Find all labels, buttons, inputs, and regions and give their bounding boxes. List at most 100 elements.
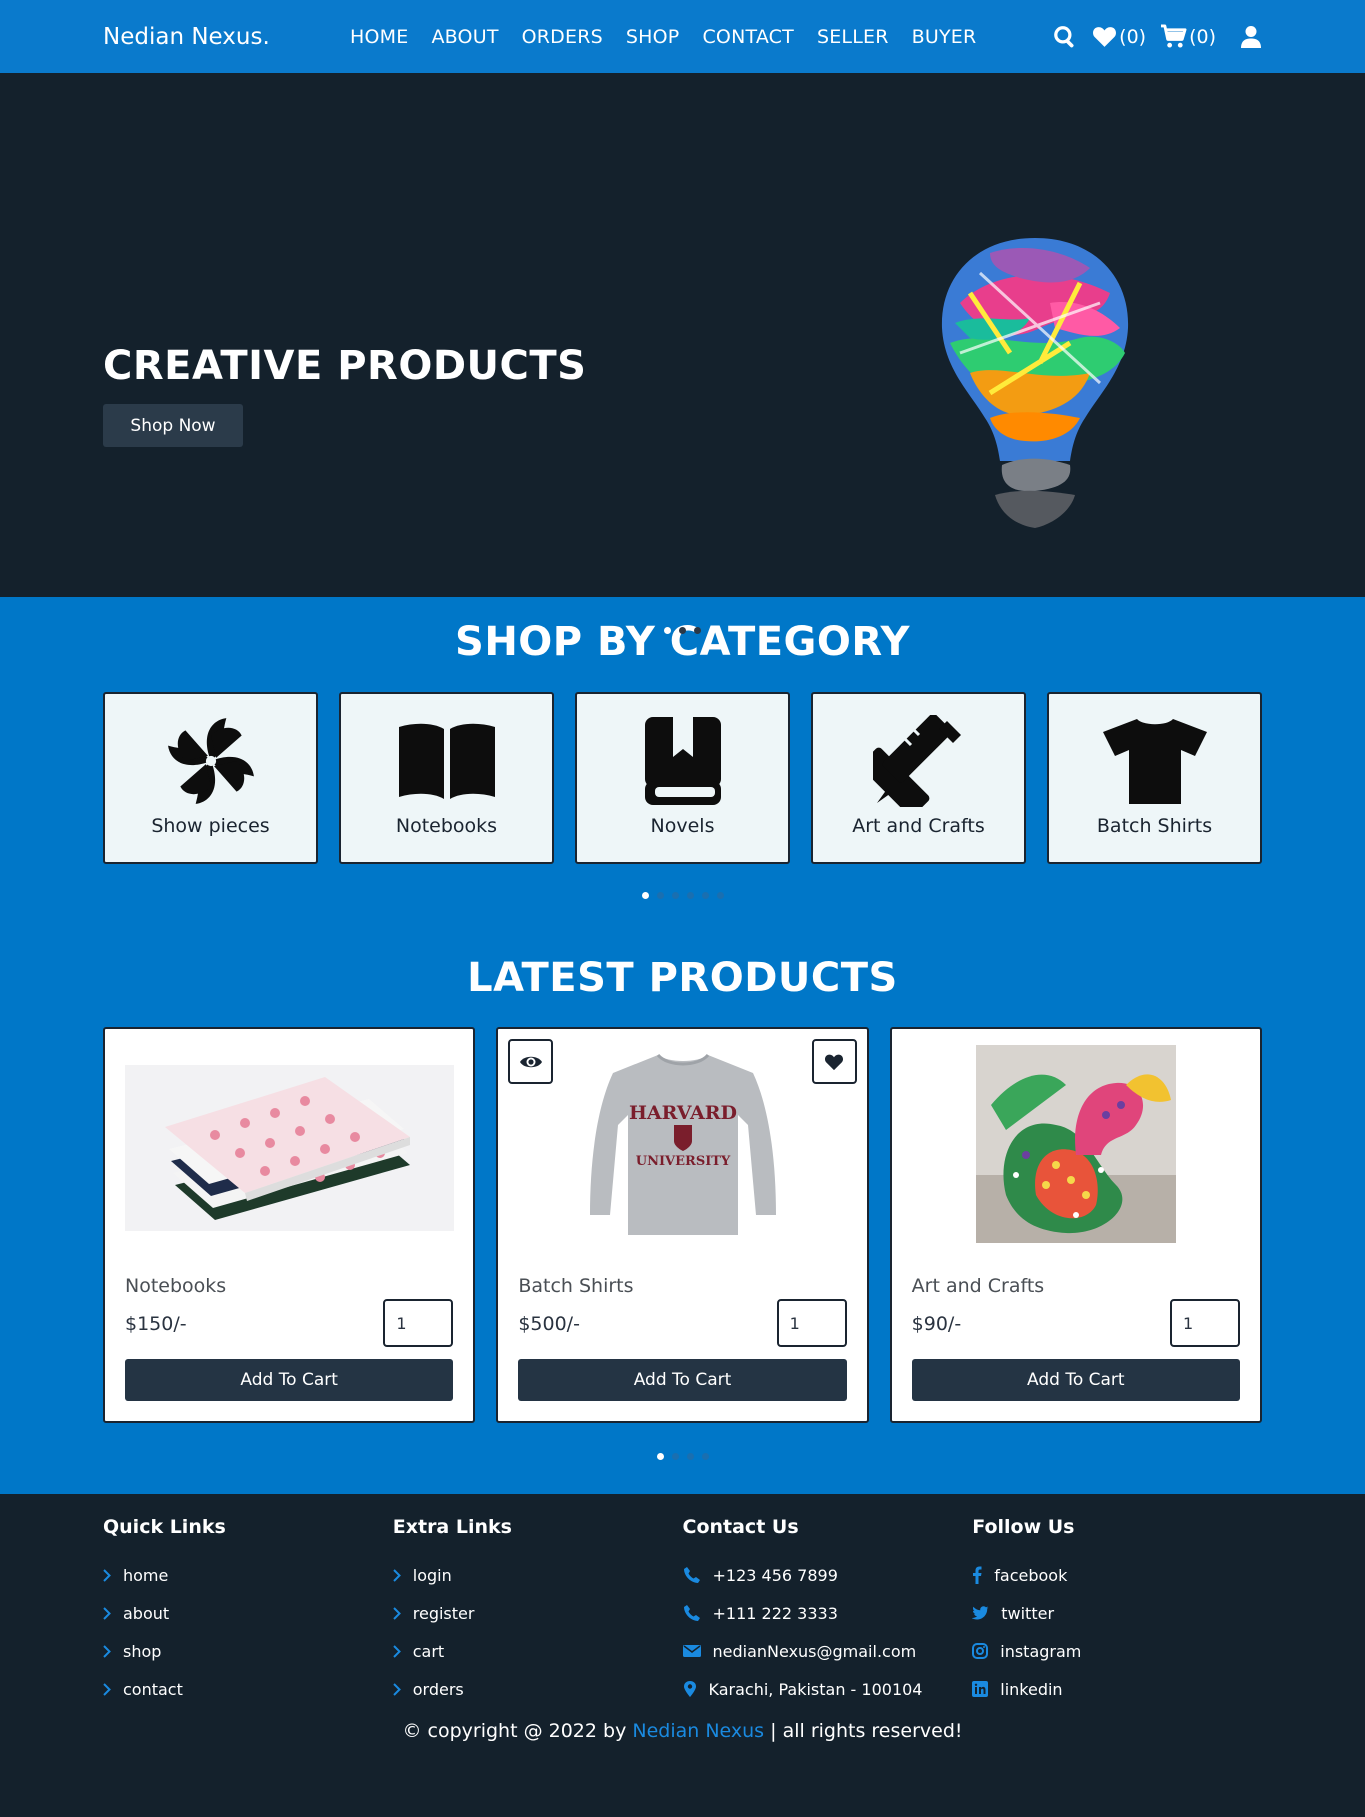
footer-link-about[interactable]: about — [103, 1594, 393, 1632]
contact-email[interactable]: nedianNexus@gmail.com — [682, 1632, 973, 1670]
category-section: SHOP BY CATEGORY Show pieces Notebooks N… — [0, 597, 1365, 899]
extra-links-column: Extra Links login register cart orders — [393, 1516, 683, 1708]
nav-about[interactable]: ABOUT — [431, 26, 498, 48]
harvard-shirt-image: HARVARD UNIVERSITY — [589, 1053, 776, 1235]
phone-icon — [683, 1567, 700, 1583]
hero-dot-3[interactable] — [694, 627, 701, 634]
category-card-batch-shirts[interactable]: Batch Shirts — [1047, 692, 1262, 864]
cart-icon — [1161, 24, 1187, 48]
footer-link-shop[interactable]: shop — [103, 1632, 393, 1670]
footer-link-login[interactable]: login — [393, 1556, 683, 1594]
category-card-show-pieces[interactable]: Show pieces — [103, 692, 318, 864]
category-card-art-and-crafts[interactable]: Art and Crafts — [811, 692, 1026, 864]
category-dot-6[interactable] — [716, 892, 724, 899]
follow-title: Follow Us — [972, 1516, 1075, 1538]
category-dot-1[interactable] — [641, 892, 649, 899]
latest-products-section: LATEST PRODUCTS Notebooks $150/- 1 Add T… — [0, 955, 1365, 1460]
hero-pagination — [0, 627, 1365, 634]
contact-text: nedianNexus@gmail.com — [712, 1641, 917, 1661]
product-image[interactable]: HARVARD UNIVERSITY — [518, 1045, 847, 1243]
shirt-text-university: UNIVERSITY — [636, 1154, 731, 1169]
nav-home[interactable]: HOME — [350, 26, 408, 48]
category-label: Novels — [650, 815, 715, 837]
user-icon[interactable] — [1240, 25, 1262, 49]
copyright-suffix: | all rights reserved! — [764, 1720, 963, 1742]
add-to-cart-button[interactable]: Add To Cart — [911, 1359, 1240, 1401]
site-logo[interactable]: Nedian Nexus. — [103, 24, 350, 50]
category-label: Show pieces — [151, 815, 270, 837]
category-carousel: Show pieces Notebooks Novels Art and Cra… — [0, 692, 1365, 864]
wishlist-button[interactable]: (0) — [1092, 25, 1146, 48]
footer-link-orders[interactable]: orders — [393, 1670, 683, 1708]
chevron-right-icon — [393, 1606, 401, 1620]
copyright-brand-link[interactable]: Nedian Nexus — [632, 1720, 764, 1742]
pencil-ruler-icon — [872, 714, 961, 807]
cart-count: (0) — [1189, 25, 1216, 48]
category-card-novels[interactable]: Novels — [575, 692, 790, 864]
twitter-icon — [972, 1606, 989, 1620]
envelope-icon — [682, 1645, 701, 1657]
contact-phone-1[interactable]: +123 456 7899 — [683, 1556, 973, 1594]
social-instagram[interactable]: instagram — [972, 1632, 1262, 1670]
products-dot-1[interactable] — [656, 1453, 664, 1460]
category-dot-2[interactable] — [656, 892, 664, 899]
add-to-cart-button[interactable]: Add To Cart — [125, 1359, 454, 1401]
footer-link-label: login — [412, 1565, 452, 1585]
hero-dot-1[interactable] — [664, 627, 671, 634]
product-card-art-and-crafts: Art and Crafts $90/- Add To Cart — [889, 1027, 1262, 1423]
social-label: linkedin — [1000, 1679, 1063, 1699]
social-linkedin[interactable]: linkedin — [972, 1670, 1262, 1708]
category-label: Notebooks — [395, 815, 498, 837]
products-dot-3[interactable] — [686, 1453, 694, 1460]
hero-dot-2[interactable] — [679, 627, 686, 634]
product-image[interactable] — [912, 1045, 1241, 1243]
header-icons: (0) (0) — [1052, 0, 1262, 73]
instagram-icon — [972, 1643, 989, 1659]
chevron-right-icon — [393, 1644, 401, 1658]
nav-contact[interactable]: CONTACT — [702, 26, 794, 48]
book-icon — [644, 716, 721, 805]
product-card-notebooks: Notebooks $150/- Add To Cart — [103, 1027, 476, 1423]
contact-text: Karachi, Pakistan - 100104 — [708, 1679, 923, 1699]
search-icon[interactable] — [1052, 24, 1078, 50]
category-dot-3[interactable] — [671, 892, 679, 899]
footer-link-cart[interactable]: cart — [393, 1632, 683, 1670]
product-image[interactable] — [125, 1065, 454, 1231]
category-dot-5[interactable] — [701, 892, 709, 899]
category-dot-4[interactable] — [686, 892, 694, 899]
product-name: Art and Crafts — [911, 1275, 1045, 1297]
quantity-input[interactable] — [1169, 1299, 1240, 1347]
wishlist-count: (0) — [1119, 25, 1147, 48]
footer-link-home[interactable]: home — [103, 1556, 393, 1594]
category-label: Batch Shirts — [1096, 815, 1213, 837]
cart-button[interactable]: (0) — [1160, 24, 1216, 49]
footer-link-contact[interactable]: contact — [103, 1670, 393, 1708]
facebook-icon — [973, 1566, 982, 1584]
footer-link-label: register — [412, 1603, 475, 1623]
shirt-text-harvard: HARVARD — [629, 1102, 737, 1124]
chevron-right-icon — [393, 1568, 401, 1582]
social-facebook[interactable]: facebook — [972, 1556, 1262, 1594]
contact-phone-2[interactable]: +111 222 3333 — [683, 1594, 973, 1632]
latest-products-title: LATEST PRODUCTS — [467, 955, 898, 1001]
shop-now-button[interactable]: Shop Now — [103, 404, 243, 447]
heart-icon — [1093, 27, 1117, 47]
nav-seller[interactable]: SELLER — [817, 26, 889, 48]
add-to-cart-button[interactable]: Add To Cart — [518, 1359, 847, 1401]
products-dot-2[interactable] — [671, 1453, 679, 1460]
social-twitter[interactable]: twitter — [972, 1594, 1262, 1632]
footer-link-label: cart — [412, 1641, 445, 1661]
map-pin-icon — [683, 1681, 696, 1697]
nav-orders[interactable]: ORDERS — [522, 26, 603, 48]
product-name: Notebooks — [125, 1275, 227, 1297]
product-card-batch-shirts: HARVARD UNIVERSITY Batch Shirts $500/- A… — [496, 1027, 869, 1423]
category-card-notebooks[interactable]: Notebooks — [339, 692, 554, 864]
nav-buyer[interactable]: BUYER — [912, 26, 977, 48]
products-dot-4[interactable] — [701, 1453, 709, 1460]
nav-shop[interactable]: SHOP — [626, 26, 680, 48]
quantity-input[interactable] — [776, 1299, 847, 1347]
footer-link-register[interactable]: register — [393, 1594, 683, 1632]
contact-text: +123 456 7899 — [712, 1565, 838, 1585]
contact-address[interactable]: Karachi, Pakistan - 100104 — [683, 1670, 973, 1708]
quantity-input[interactable] — [383, 1299, 454, 1347]
